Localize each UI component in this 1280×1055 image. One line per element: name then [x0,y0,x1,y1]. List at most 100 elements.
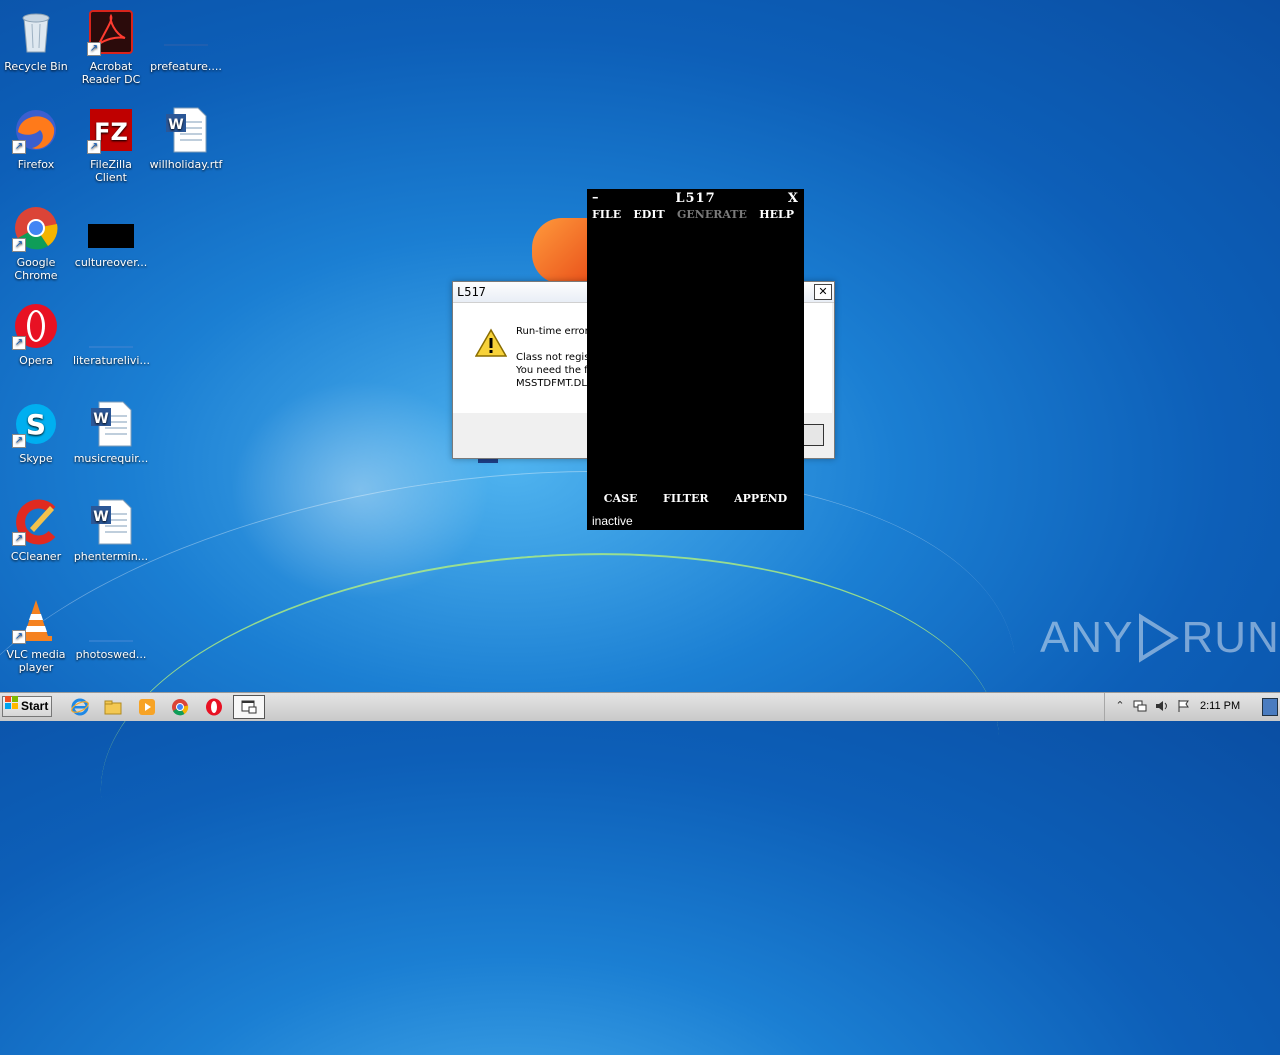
shortcut-arrow-icon: ↗ [12,532,26,546]
desktop-icon-literaturelivi[interactable]: literaturelivi... [73,302,150,367]
opera-taskbar-icon[interactable] [205,698,223,716]
wallpaper-glow [230,380,490,600]
case-button[interactable]: CASE [604,492,638,505]
blank-file-icon [162,8,210,56]
desktop-icon-vlc[interactable]: ↗ VLC media player [0,596,74,674]
ccleaner-icon: ↗ [12,498,60,546]
desktop-icon-label: Opera [19,354,53,367]
app-menu-bar: FILE EDIT GENERATE HELP [587,208,804,221]
l517-app-window: – L517 X FILE EDIT GENERATE HELP CASE FI… [587,189,804,530]
menu-help[interactable]: HELP [759,208,794,221]
filezilla-icon: FZ ↗ [87,106,135,154]
app-status-text: inactive [592,514,633,528]
desktop-icon-acrobat-reader[interactable]: ↗ Acrobat Reader DC [73,8,149,86]
windows-logo-icon [5,696,19,717]
blank-file-icon [87,596,135,644]
desktop-icon-label: VLC media player [6,648,66,674]
append-button[interactable]: APPEND [734,492,787,505]
action-center-flag-icon[interactable] [1177,699,1191,713]
desktop-icon-willholiday[interactable]: W willholiday.rtf [148,106,224,171]
firefox-icon: ↗ [12,106,60,154]
desktop-icon-recycle-bin[interactable]: Recycle Bin [0,8,74,73]
taskbar-clock[interactable]: 2:11 PM [1200,700,1240,712]
svg-text:S: S [26,408,46,441]
menu-edit[interactable]: EDIT [633,208,664,221]
desktop-icon-label: willholiday.rtf [149,158,223,171]
desktop-icon-google-chrome[interactable]: ↗ Google Chrome [0,204,74,282]
volume-icon[interactable] [1155,699,1169,713]
close-button[interactable]: X [788,191,798,206]
desktop-icon-label: photoswed... [75,648,147,661]
desktop-icon-skype[interactable]: S ↗ Skype [0,400,74,465]
watermark-right-text: RUN [1181,613,1280,662]
desktop-icon-filezilla[interactable]: FZ ↗ FileZilla Client [73,106,149,184]
shortcut-arrow-icon: ↗ [12,434,26,448]
svg-text:W: W [93,411,108,427]
generic-app-icon [241,698,259,716]
desktop-icon-phentermin[interactable]: W phentermin... [73,498,149,563]
opera-icon: ↗ [12,302,60,350]
shortcut-arrow-icon: ↗ [12,336,26,350]
shortcut-arrow-icon: ↗ [87,140,101,154]
skype-icon: S ↗ [12,400,60,448]
warning-icon [474,328,508,358]
recycle-bin-icon [12,8,60,56]
desktop-icon-opera[interactable]: ↗ Opera [0,302,74,367]
desktop-icon-label: Recycle Bin [4,60,68,73]
word-document-icon: W [87,400,135,448]
desktop-icon-label: Acrobat Reader DC [81,60,141,86]
start-label: Start [21,699,49,713]
menu-generate: GENERATE [677,208,747,221]
app-title: L517 [675,191,716,206]
desktop-icon-label: Skype [19,452,53,465]
desktop-icon-prefeature[interactable]: prefeature.... [148,8,224,73]
shortcut-arrow-icon: ↗ [87,42,101,56]
vlc-cone-icon: ↗ [12,596,60,644]
show-desktop-button[interactable] [1262,698,1278,716]
internet-explorer-icon[interactable] [71,698,89,716]
filter-button[interactable]: FILTER [663,492,709,505]
desktop-icon-musicrequir[interactable]: W musicrequir... [73,400,149,465]
desktop-icon-ccleaner[interactable]: ↗ CCleaner [0,498,74,563]
dialog-close-button[interactable]: ✕ [814,284,832,300]
desktop-icon-label: Google Chrome [14,256,58,282]
menu-file[interactable]: FILE [592,208,621,221]
system-tray: ⌃ [1104,693,1280,721]
desktop-icon-label: prefeature.... [150,60,222,73]
blank-file-icon [87,302,135,350]
word-document-icon: W [87,498,135,546]
chrome-icon: ↗ [12,204,60,252]
desktop-icon-label: musicrequir... [73,452,149,465]
taskbar: Start ⌃ 2:11 PM [0,692,1280,721]
chrome-taskbar-icon[interactable] [171,698,189,716]
taskbar-l517-button[interactable] [233,695,265,719]
svg-text:W: W [168,117,183,133]
media-player-icon[interactable] [138,698,156,716]
dialog-message: Run-time error Class not regis You need … [516,326,593,389]
desktop-icon-firefox[interactable]: ↗ Firefox [0,106,74,171]
desktop-icon-label: CCleaner [10,550,62,563]
show-hidden-icons-chevron-icon[interactable]: ⌃ [1113,699,1127,713]
start-button[interactable]: Start [2,696,52,717]
acrobat-icon: ↗ [87,8,135,56]
anyrun-watermark: ANY RUN [1040,613,1280,663]
play-logo-icon [1135,613,1180,663]
desktop-icon-label: literaturelivi... [73,354,150,367]
network-icon[interactable] [1133,699,1147,713]
shortcut-arrow-icon: ↗ [12,140,26,154]
desktop-icon-cultureover[interactable]: cultureover... [73,204,149,269]
svg-text:W: W [93,509,108,525]
shortcut-arrow-icon: ↗ [12,238,26,252]
watermark-left-text: ANY [1040,613,1134,662]
desktop-icon-label: phentermin... [73,550,149,563]
desktop-icon-label: Firefox [17,158,55,171]
file-explorer-icon[interactable] [104,698,122,716]
app-action-bar: CASE FILTER APPEND [587,492,804,505]
desktop-icon-label: cultureover... [74,256,148,269]
wallpaper-windows-logo-fragment [532,218,592,284]
desktop-icon-photoswed[interactable]: photoswed... [73,596,149,661]
app-title-bar: – L517 X [587,189,804,207]
word-document-icon: W [162,106,210,154]
desktop-icon-label: FileZilla Client [90,158,132,184]
black-file-thumbnail-icon [87,204,135,252]
